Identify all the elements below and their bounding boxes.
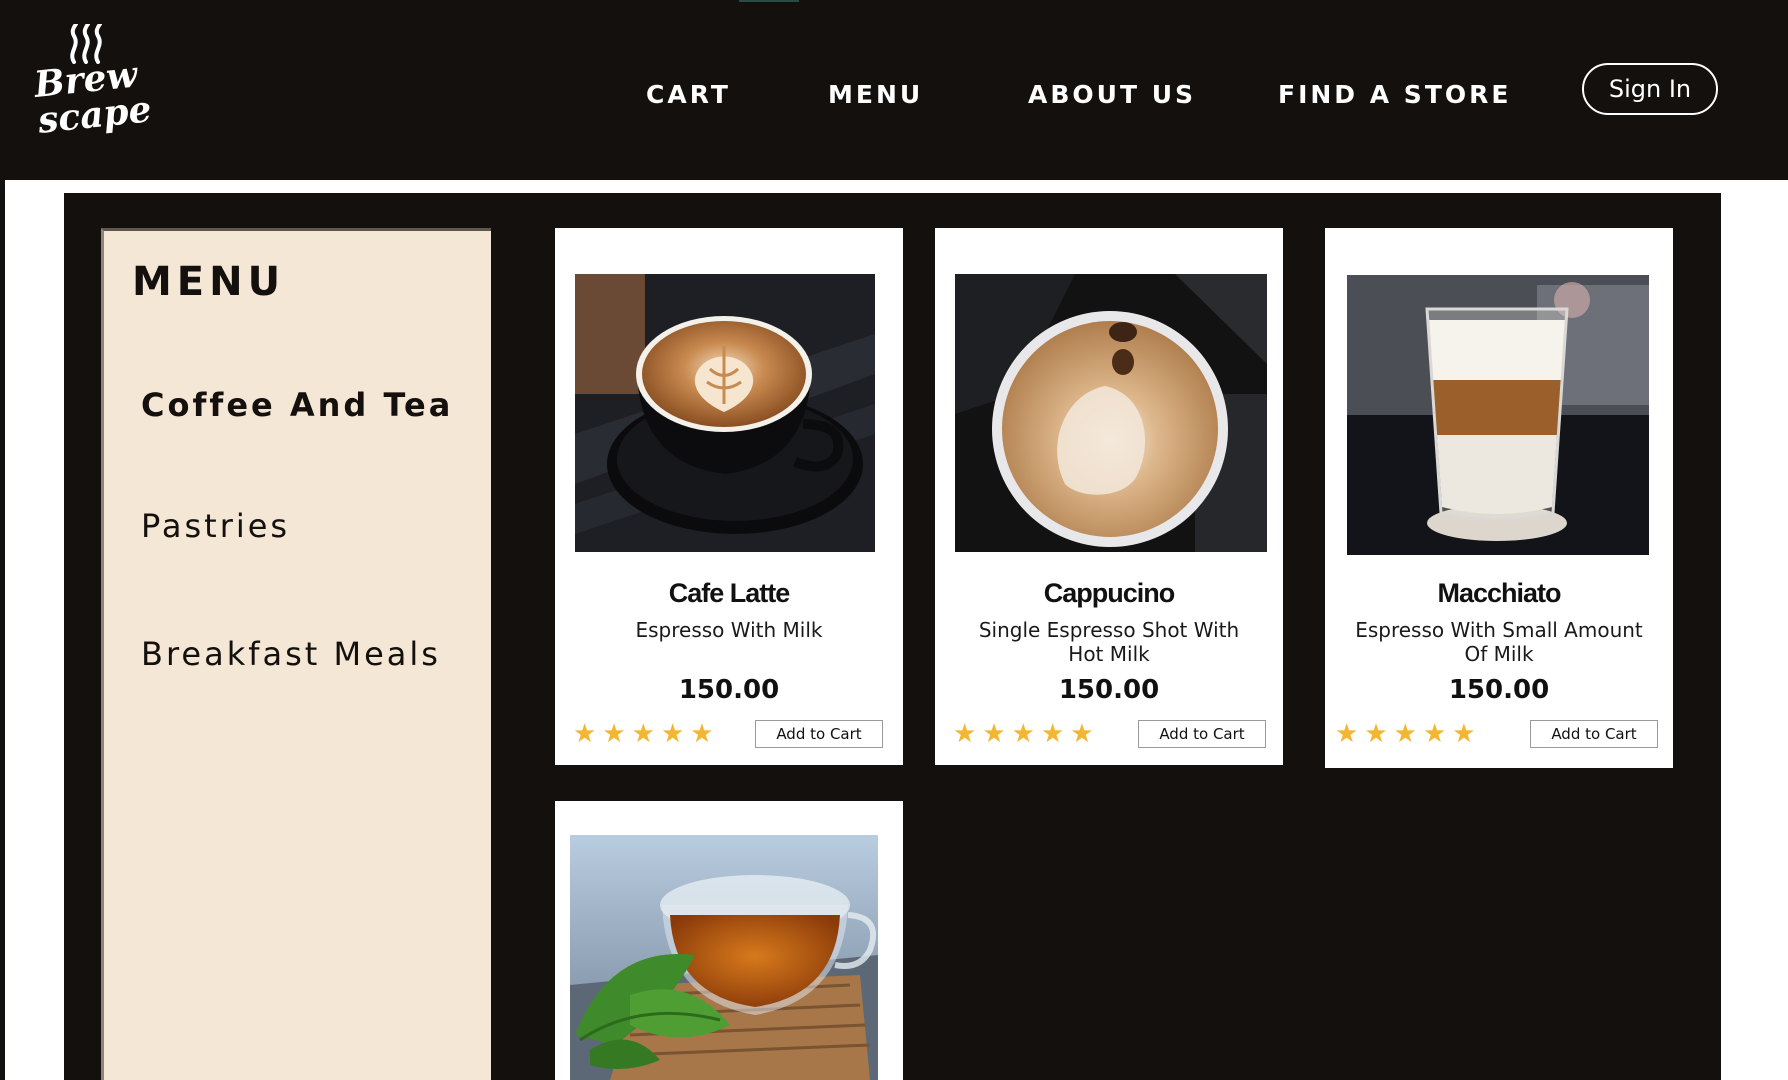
tea-image <box>570 835 878 1080</box>
star-icon: ★ <box>1040 718 1065 748</box>
star-icon: ★ <box>1335 718 1359 748</box>
site-header: Brew scape CART MENU ABOUT US FIND A STO… <box>0 0 1788 180</box>
logo-wordmark: Brew scape <box>32 53 154 142</box>
rating-stars: ★ ★ ★ ★ ★ <box>953 720 1094 746</box>
product-price: 150.00 <box>678 675 780 705</box>
star-icon: ★ <box>660 718 685 748</box>
latte-image <box>575 274 875 552</box>
page-edge <box>0 180 5 1080</box>
product-description: Single Espresso Shot With Hot Milk <box>978 618 1240 666</box>
add-to-cart-button[interactable]: Add to Cart <box>755 720 883 748</box>
macchiato-image <box>1347 275 1649 555</box>
nav-cart-link[interactable]: CART <box>646 80 731 110</box>
sidebar-title: MENU <box>132 259 286 305</box>
star-icon: ★ <box>1070 718 1094 748</box>
star-icon: ★ <box>573 718 597 748</box>
product-description: Espresso With Milk <box>635 618 823 642</box>
product-price: 150.00 <box>1058 675 1160 705</box>
sidebar-item-pastries[interactable]: Pastries <box>141 507 290 545</box>
add-to-cart-button[interactable]: Add to Cart <box>1138 720 1266 748</box>
cappuccino-image <box>955 274 1267 552</box>
star-icon: ★ <box>631 718 655 748</box>
rating-stars: ★ ★ ★ ★ ★ <box>1335 720 1476 746</box>
sidebar-item-coffee-and-tea[interactable]: Coffee And Tea <box>141 386 453 424</box>
logo-line-2: scape <box>35 88 154 142</box>
star-icon: ★ <box>1393 718 1417 748</box>
menu-sidebar: MENU Coffee And Tea Pastries Breakfast M… <box>101 228 491 1080</box>
product-description: Espresso With Small Amount Of Milk <box>1355 618 1643 666</box>
nav-find-store-link[interactable]: FIND A STORE <box>1278 80 1511 110</box>
star-icon: ★ <box>982 718 1006 748</box>
nav-menu-link[interactable]: MENU <box>828 80 923 110</box>
star-icon: ★ <box>602 718 626 748</box>
header-accent-line <box>739 0 799 2</box>
product-name: Cafe Latte <box>668 578 791 608</box>
product-card: Macchiato Espresso With Small Amount Of … <box>1325 228 1673 768</box>
brewscape-logo[interactable]: Brew scape <box>32 24 153 142</box>
product-name: Cappucino <box>1043 578 1176 608</box>
product-price: 150.00 <box>1448 675 1550 705</box>
add-to-cart-button[interactable]: Add to Cart <box>1530 720 1658 748</box>
sidebar-item-breakfast-meals[interactable]: Breakfast Meals <box>141 635 441 673</box>
menu-content: MENU Coffee And Tea Pastries Breakfast M… <box>64 193 1721 1080</box>
product-card: Cafe Latte Espresso With Milk 150.00 ★ ★… <box>555 228 903 765</box>
product-card: Cappucino Single Espresso Shot With Hot … <box>935 228 1283 765</box>
star-icon: ★ <box>1011 718 1035 748</box>
nav-about-link[interactable]: ABOUT US <box>1028 80 1196 110</box>
star-icon: ★ <box>1452 718 1476 748</box>
sign-in-button[interactable]: Sign In <box>1582 63 1718 115</box>
rating-stars: ★ ★ ★ ★ ★ <box>573 720 714 746</box>
star-icon: ★ <box>1422 718 1447 748</box>
product-card <box>555 801 903 1080</box>
star-icon: ★ <box>1364 718 1388 748</box>
product-name: Macchiato <box>1437 578 1561 608</box>
star-icon: ★ <box>690 718 714 748</box>
star-icon: ★ <box>953 718 977 748</box>
